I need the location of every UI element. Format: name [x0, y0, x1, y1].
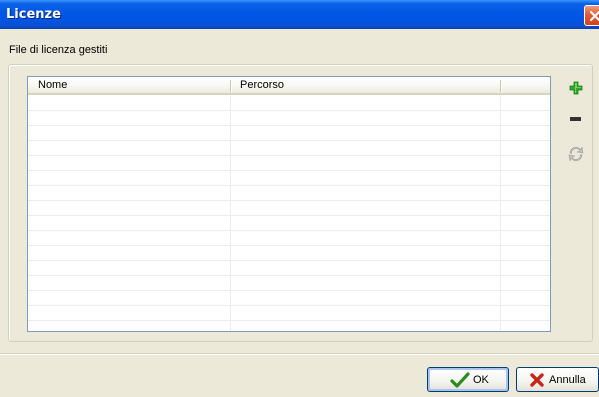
table-row [28, 291, 550, 306]
license-table[interactable]: Nome Percorso [27, 76, 551, 332]
table-row [28, 231, 550, 246]
table-row [28, 201, 550, 216]
licenze-dialog: Licenze File di licenza gestiti Nome Per… [0, 0, 599, 397]
table-row [28, 246, 550, 261]
table-row [28, 126, 550, 141]
group-label: File di licenza gestiti [9, 44, 108, 56]
table-row [28, 216, 550, 231]
table-row [28, 96, 550, 111]
checkmark-icon [450, 372, 470, 391]
column-header-percorso[interactable]: Percorso [230, 77, 500, 94]
column-gridline [500, 96, 501, 331]
close-icon [589, 10, 599, 22]
table-row [28, 156, 550, 171]
column-gridline [230, 96, 231, 331]
cancel-label: Annulla [549, 374, 586, 386]
table-row [28, 276, 550, 291]
ok-button[interactable]: OK [427, 367, 509, 392]
table-row [28, 306, 550, 321]
refresh-icon [568, 146, 584, 162]
table-header: Nome Percorso [28, 77, 550, 95]
table-row [28, 261, 550, 276]
footer-separator [0, 353, 599, 355]
refresh-license-button[interactable] [566, 144, 584, 162]
table-row [28, 171, 550, 186]
add-license-button[interactable] [567, 79, 585, 97]
ok-label: OK [473, 374, 489, 386]
table-row [28, 111, 550, 126]
table-body[interactable] [28, 96, 550, 331]
cancel-button[interactable]: Annulla [516, 367, 599, 392]
window-title: Licenze [6, 7, 61, 22]
title-bar[interactable]: Licenze [0, 0, 599, 29]
remove-license-button[interactable] [567, 110, 585, 128]
close-button[interactable] [584, 5, 599, 26]
table-row [28, 141, 550, 156]
column-header-extra[interactable] [500, 77, 550, 94]
x-icon [529, 372, 545, 391]
column-header-nome[interactable]: Nome [28, 77, 230, 94]
plus-icon [569, 81, 583, 95]
minus-icon [570, 117, 581, 121]
table-row [28, 186, 550, 201]
